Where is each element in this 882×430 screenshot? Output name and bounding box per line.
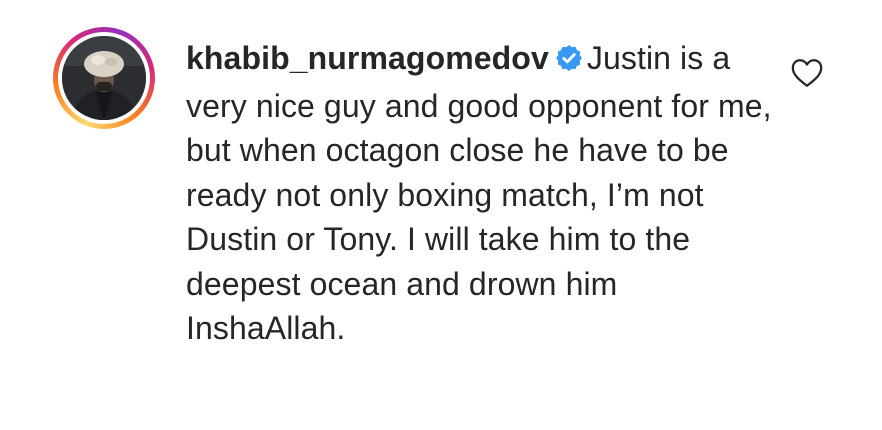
heart-outline-icon[interactable] (790, 56, 824, 90)
avatar-image (62, 36, 146, 120)
username-link[interactable]: khabib_nurmagomedov (186, 40, 549, 76)
comment-text: Justin is a very nice guy and good oppon… (186, 40, 772, 346)
avatar-story-ring[interactable] (53, 27, 155, 129)
avatar[interactable] (62, 36, 146, 120)
avatar-ring-gap (58, 32, 150, 124)
verified-badge-icon (555, 39, 583, 84)
comment: khabib_nurmagomedov Justin is a very nice… (0, 0, 882, 430)
comment-body: khabib_nurmagomedov Justin is a very nice… (186, 36, 776, 351)
